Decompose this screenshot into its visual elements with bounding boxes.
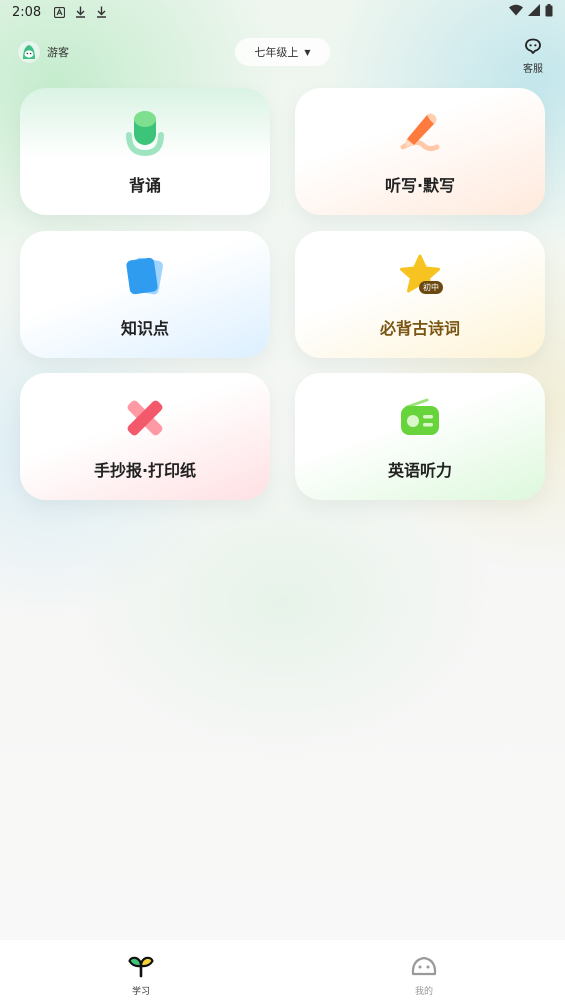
bottom-tab-bar: 学习 我的 xyxy=(0,940,565,1004)
header: 游客 七年级上 ▼ 客服 xyxy=(0,38,565,75)
card-label: 必背古诗词 xyxy=(379,319,460,338)
card-knowledge[interactable]: 知识点 xyxy=(20,231,270,358)
caret-down-icon: ▼ xyxy=(304,47,311,57)
status-time: 2:08 xyxy=(12,4,42,20)
customer-service-label: 客服 xyxy=(523,64,543,75)
card-recite[interactable]: 背诵 xyxy=(20,88,270,215)
face-icon xyxy=(411,956,437,976)
pencil-icon xyxy=(395,108,445,158)
user-profile[interactable]: 游客 xyxy=(17,40,69,64)
card-handcopy-newspaper[interactable]: 手抄报·打印纸 xyxy=(20,373,270,500)
bandage-icon xyxy=(120,393,170,443)
guest-avatar-icon xyxy=(23,45,35,59)
tab-study[interactable]: 学习 xyxy=(111,954,171,997)
card-english-listening[interactable]: 英语听力 xyxy=(295,373,545,500)
tab-mine-label: 我的 xyxy=(414,987,433,997)
tab-study-label: 学习 xyxy=(131,987,150,997)
wifi-icon xyxy=(509,4,523,20)
user-name: 游客 xyxy=(47,46,69,59)
customer-service-button[interactable]: 客服 xyxy=(521,38,545,75)
card-label: 知识点 xyxy=(120,319,169,338)
card-label: 背诵 xyxy=(128,176,161,195)
grade-selector[interactable]: 七年级上 ▼ xyxy=(235,38,330,66)
download-icon xyxy=(74,6,86,18)
notification-a-icon xyxy=(53,6,65,18)
chat-bubble-icon xyxy=(525,38,541,54)
download-icon xyxy=(95,6,107,18)
sprout-icon xyxy=(128,956,154,978)
radio-icon xyxy=(395,393,445,443)
tab-mine[interactable]: 我的 xyxy=(394,954,454,997)
microphone-icon xyxy=(120,108,170,158)
grade-selector-label: 七年级上 xyxy=(254,46,299,59)
notes-icon xyxy=(120,251,170,301)
card-classical-poems[interactable]: 初中 必背古诗词 xyxy=(295,231,545,358)
junior-high-badge: 初中 xyxy=(419,281,443,294)
avatar[interactable] xyxy=(17,40,41,64)
card-dictation[interactable]: 听写·默写 xyxy=(295,88,545,215)
card-label: 手抄报·打印纸 xyxy=(93,461,197,480)
card-label: 听写·默写 xyxy=(384,176,456,195)
battery-icon xyxy=(545,3,553,21)
card-label: 英语听力 xyxy=(387,461,452,480)
signal-icon xyxy=(528,4,540,20)
status-bar: 2:08 xyxy=(0,0,565,24)
